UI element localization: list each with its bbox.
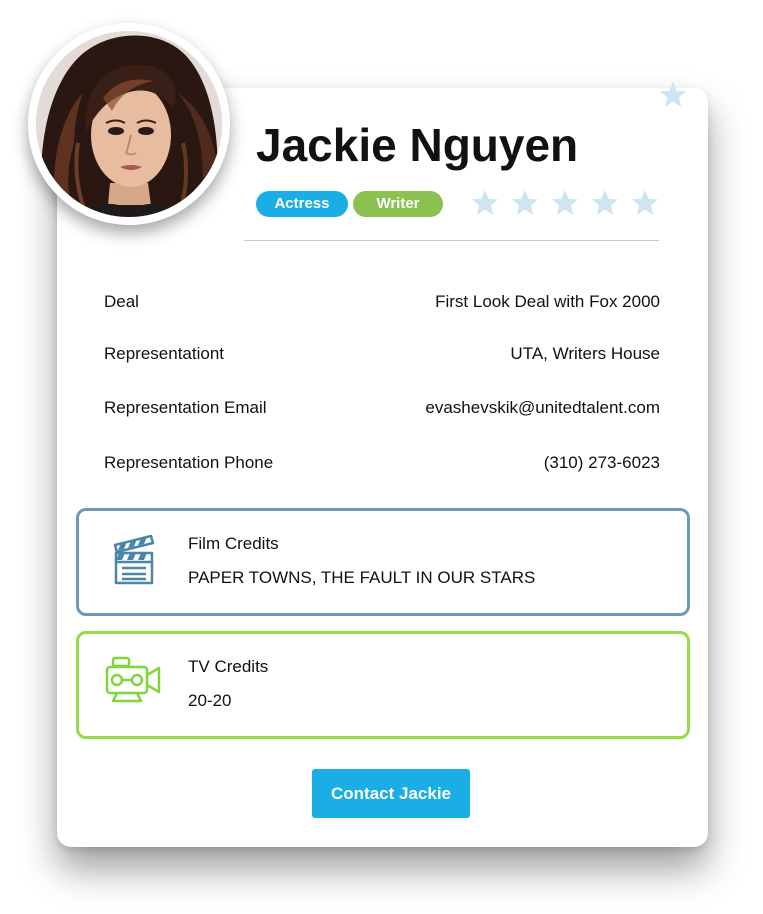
tag-writer[interactable]: Writer (353, 191, 443, 217)
rating-star-1-icon[interactable] (470, 188, 500, 218)
tv-credits-value: 20-20 (188, 691, 232, 710)
rating-star-5-icon[interactable] (630, 188, 660, 218)
detail-label: Deal (104, 292, 139, 311)
detail-value: UTA, Writers House (510, 344, 660, 363)
rating-star-4-icon[interactable] (590, 188, 620, 218)
profile-name: Jackie Nguyen (256, 119, 579, 171)
detail-row-representation: Representationt UTA, Writers House (104, 344, 660, 364)
detail-row-representation-email: Representation Email evashevskik@unitedt… (104, 398, 660, 418)
detail-label: Representationt (104, 344, 225, 363)
detail-value-email[interactable]: evashevskik@unitedtalent.com (425, 398, 660, 418)
tag-actress[interactable]: Actress (256, 191, 348, 217)
contact-button[interactable]: Contact Jackie (312, 769, 470, 818)
tv-credits-card[interactable]: TV Credits 20-20 (76, 631, 690, 739)
profile-photo (28, 23, 230, 225)
rating-star-2-icon[interactable] (510, 188, 540, 218)
tv-credits-title: TV Credits (188, 657, 269, 676)
detail-label: Representation Email (104, 398, 267, 417)
film-credits-value: PAPER TOWNS, THE FAULT IN OUR STARS (188, 568, 536, 587)
favorite-star-icon[interactable] (658, 80, 688, 110)
detail-value: First Look Deal with Fox 2000 (435, 292, 660, 311)
film-credits-title: Film Credits (188, 534, 279, 553)
clapperboard-icon (113, 534, 155, 585)
detail-label: Representation Phone (104, 453, 274, 472)
rating-star-3-icon[interactable] (550, 188, 580, 218)
detail-value-phone[interactable]: (310) 273-6023 (544, 453, 660, 473)
star-rating (470, 188, 660, 218)
avatar (28, 23, 230, 225)
film-credits-card[interactable]: Film Credits PAPER TOWNS, THE FAULT IN O… (76, 508, 690, 616)
detail-row-representation-phone: Representation Phone (310) 273-6023 (104, 453, 660, 473)
detail-row-deal: Deal First Look Deal with Fox 2000 (104, 292, 660, 312)
video-camera-icon (105, 656, 161, 703)
header-divider (244, 240, 659, 241)
